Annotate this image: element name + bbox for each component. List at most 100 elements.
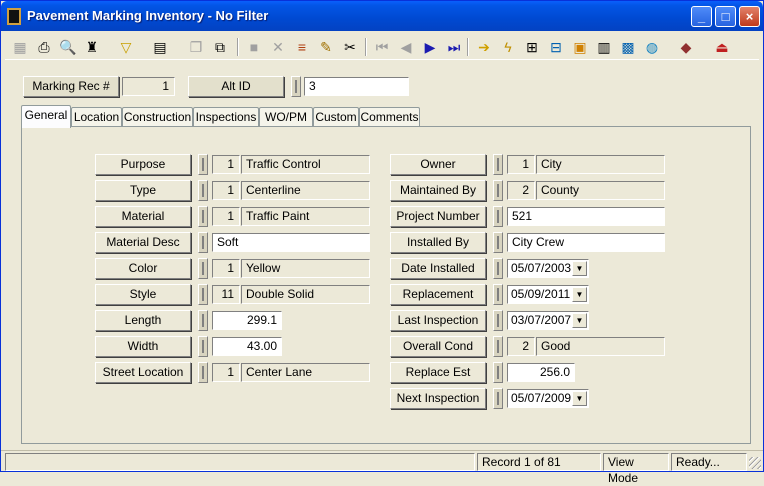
lock-toggle[interactable] xyxy=(198,362,208,383)
last-icon[interactable]: ⏭ xyxy=(443,36,465,58)
form-icon[interactable]: ▤ xyxy=(149,36,171,58)
style-button[interactable]: Style xyxy=(95,284,191,305)
copy-icon[interactable]: ❐ xyxy=(185,36,207,58)
next-inspection-button[interactable]: Next Inspection xyxy=(390,388,486,409)
replacement-button[interactable]: Replacement xyxy=(390,284,486,305)
print-icon[interactable]: ⎙ xyxy=(33,36,55,58)
status-record: Record 1 of 81 xyxy=(477,453,601,471)
title-bar[interactable]: Pavement Marking Inventory - No Filter _… xyxy=(1,1,763,31)
lock-toggle[interactable] xyxy=(198,232,208,253)
first-icon[interactable]: ⏮ xyxy=(371,36,393,58)
lock-toggle[interactable] xyxy=(493,180,503,201)
app-icon[interactable] xyxy=(7,8,21,25)
purpose-button[interactable]: Purpose xyxy=(95,154,191,175)
lock-toggle[interactable] xyxy=(198,310,208,331)
installed-by-button[interactable]: Installed By xyxy=(390,232,486,253)
tab-wo-pm[interactable]: WO/PM xyxy=(259,107,313,127)
delete-icon[interactable]: ✕ xyxy=(267,36,289,58)
owner-value: City xyxy=(536,155,665,174)
chevron-down-icon[interactable]: ▼ xyxy=(572,261,587,276)
lock-toggle[interactable] xyxy=(198,336,208,357)
length-button[interactable]: Length xyxy=(95,310,191,331)
alt-id-field[interactable]: 3 xyxy=(304,77,409,96)
grid-icon[interactable]: ▦ xyxy=(9,36,31,58)
project-number-button[interactable]: Project Number xyxy=(390,206,486,227)
filter-icon[interactable]: ▽ xyxy=(115,36,137,58)
color-button[interactable]: Color xyxy=(95,258,191,279)
project-number-field[interactable]: 521 xyxy=(507,207,665,226)
stop-icon[interactable]: ■ xyxy=(243,36,265,58)
chevron-down-icon[interactable]: ▼ xyxy=(572,391,587,406)
date-installed-button[interactable]: Date Installed xyxy=(390,258,486,279)
lock-toggle[interactable] xyxy=(493,362,503,383)
lock-toggle[interactable] xyxy=(198,180,208,201)
tab-location[interactable]: Location xyxy=(71,107,122,127)
pencil-icon[interactable]: ✎ xyxy=(315,36,337,58)
tab-inspections[interactable]: Inspections xyxy=(193,107,259,127)
length-field[interactable]: 299.1 xyxy=(212,311,282,330)
lock-toggle[interactable] xyxy=(493,258,503,279)
books-icon[interactable]: ≡ xyxy=(291,36,313,58)
chevron-down-icon[interactable]: ▼ xyxy=(572,287,587,302)
tab-custom[interactable]: Custom xyxy=(313,107,359,127)
map-icon[interactable]: ▣ xyxy=(569,36,591,58)
lock-toggle[interactable] xyxy=(493,388,503,409)
width-button[interactable]: Width xyxy=(95,336,191,357)
maximize-button[interactable]: □ xyxy=(715,6,736,27)
type-button[interactable]: Type xyxy=(95,180,191,201)
chevron-down-icon[interactable]: ▼ xyxy=(572,313,587,328)
resize-grip[interactable] xyxy=(749,457,761,469)
owner-button[interactable]: Owner xyxy=(390,154,486,175)
prev-icon[interactable]: ◀ xyxy=(395,36,417,58)
last-inspection-button[interactable]: Last Inspection xyxy=(390,310,486,331)
binoculars-icon[interactable]: ♜ xyxy=(81,36,103,58)
replace-est-field[interactable]: 256.0 xyxy=(507,363,575,382)
lock-toggle[interactable] xyxy=(198,258,208,279)
replace-est-button[interactable]: Replace Est xyxy=(390,362,486,383)
minimize-button[interactable]: _ xyxy=(691,6,712,27)
chart-icon[interactable]: ▩ xyxy=(617,36,639,58)
overall-cond-button[interactable]: Overall Cond xyxy=(390,336,486,357)
scissors-icon[interactable]: ✂ xyxy=(339,36,361,58)
material-button[interactable]: Material xyxy=(95,206,191,227)
duplicate-icon[interactable]: ⧉ xyxy=(209,36,231,58)
tab-construction[interactable]: Construction xyxy=(122,107,193,127)
tree-icon[interactable]: ⊞ xyxy=(521,36,543,58)
hierarchy-icon[interactable]: ⊟ xyxy=(545,36,567,58)
lock-toggle[interactable] xyxy=(291,76,301,97)
lock-toggle[interactable] xyxy=(493,310,503,331)
lock-toggle[interactable] xyxy=(493,232,503,253)
material-desc-field[interactable]: Soft xyxy=(212,233,370,252)
book-icon[interactable]: ◆ xyxy=(675,36,697,58)
material-desc-button[interactable]: Material Desc xyxy=(95,232,191,253)
lock-toggle[interactable] xyxy=(198,154,208,175)
lock-toggle[interactable] xyxy=(493,336,503,357)
maintained-by-button[interactable]: Maintained By xyxy=(390,180,486,201)
lock-toggle[interactable] xyxy=(493,154,503,175)
exit-icon[interactable]: ⏏ xyxy=(711,36,733,58)
next-inspection-picker[interactable]: 05/07/2009 ▼ xyxy=(507,389,589,408)
street-location-button[interactable]: Street Location xyxy=(95,362,191,383)
close-button[interactable]: × xyxy=(739,6,760,27)
street-location-value: Center Lane xyxy=(241,363,370,382)
lock-toggle[interactable] xyxy=(198,206,208,227)
maintained-by-code: 2 xyxy=(507,181,535,200)
lock-toggle[interactable] xyxy=(493,284,503,305)
date-installed-picker[interactable]: 05/07/2003 ▼ xyxy=(507,259,589,278)
tab-general[interactable]: General xyxy=(21,105,71,128)
lock-toggle[interactable] xyxy=(493,206,503,227)
globe-icon[interactable]: ◍ xyxy=(641,36,663,58)
arrow-icon[interactable]: ➔ xyxy=(473,36,495,58)
tab-comments[interactable]: Comments xyxy=(359,107,420,127)
installed-by-field[interactable]: City Crew xyxy=(507,233,665,252)
marking-rec-button[interactable]: Marking Rec # xyxy=(23,76,119,97)
next-icon[interactable]: ▶ xyxy=(419,36,441,58)
last-inspection-picker[interactable]: 03/07/2007 ▼ xyxy=(507,311,589,330)
calculator-icon[interactable]: ▥ xyxy=(593,36,615,58)
replacement-picker[interactable]: 05/09/2011 ▼ xyxy=(507,285,589,304)
lock-toggle[interactable] xyxy=(198,284,208,305)
width-field[interactable]: 43.00 xyxy=(212,337,282,356)
lightning-icon[interactable]: ϟ xyxy=(497,36,519,58)
preview-icon[interactable]: 🔍 xyxy=(57,36,79,58)
alt-id-button[interactable]: Alt ID xyxy=(188,76,284,97)
